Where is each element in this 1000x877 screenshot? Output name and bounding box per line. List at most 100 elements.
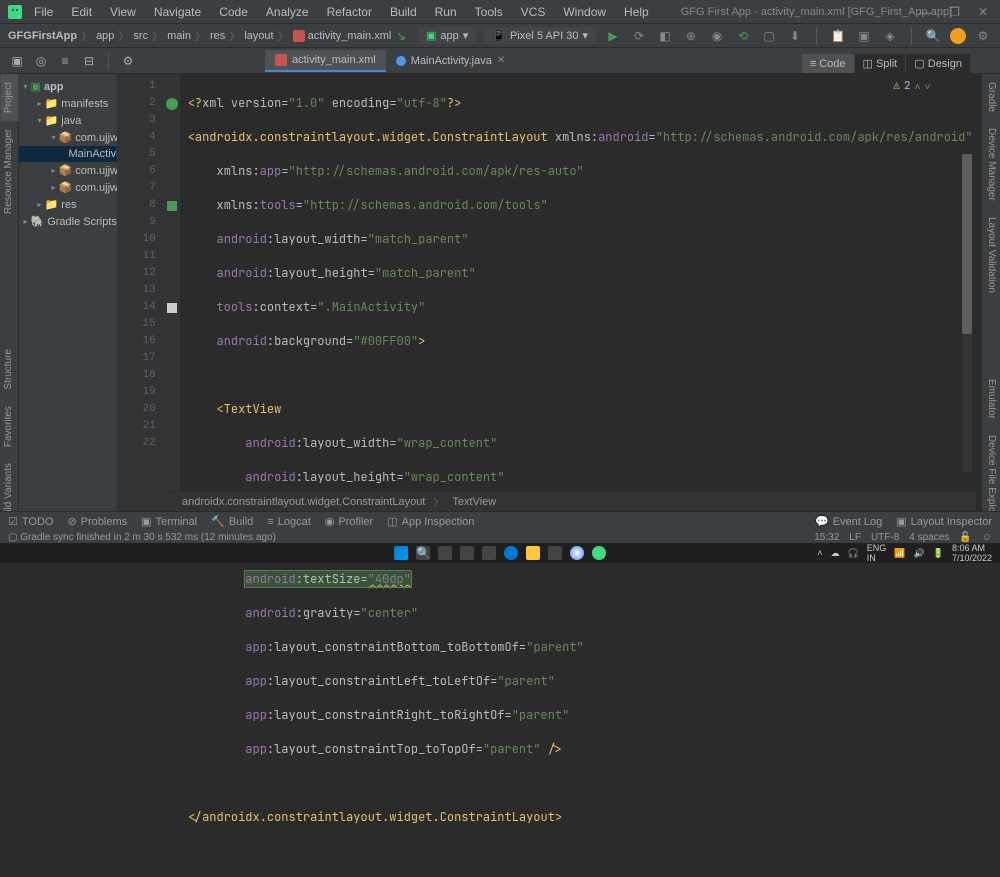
menu-vcs[interactable]: VCS [513, 3, 554, 21]
code-editor[interactable]: 1234 5678 9101112 13141516 17181920 2122… [118, 74, 981, 532]
tree-gradle[interactable]: ▸🐘Gradle Scripts [19, 213, 116, 230]
gear-icon[interactable]: ⚙ [119, 52, 137, 70]
task-view-icon[interactable] [438, 546, 452, 560]
tool-logcat[interactable]: ≡Logcat [267, 515, 310, 528]
tree-manifests[interactable]: ▸📁manifests [19, 95, 116, 112]
lock-icon[interactable]: 🔓 [959, 532, 971, 543]
bc-constraint-layout[interactable]: androidx.constraintlayout.widget.Constra… [182, 496, 425, 508]
device-selector[interactable]: 📱Pixel 5 API 30▾ [484, 27, 596, 44]
tool-profiler[interactable]: ◉Profiler [325, 515, 373, 528]
breadcrumb-layout[interactable]: layout [244, 30, 273, 42]
settings-icon[interactable]: ⚙ [974, 27, 992, 45]
tool-event-log[interactable]: 💬Event Log [815, 515, 882, 528]
tool-terminal[interactable]: ▣Terminal [141, 515, 197, 528]
breadcrumb-main[interactable]: main [167, 30, 191, 42]
cursor-position[interactable]: 15:32 [814, 532, 839, 543]
tab-activity-main[interactable]: activity_main.xml [265, 50, 386, 72]
maximize-button[interactable]: ❐ [949, 5, 960, 19]
collapse-icon[interactable]: ⊟ [80, 52, 98, 70]
tray-wifi-icon[interactable]: 📶 [894, 548, 905, 559]
tree-pkg3[interactable]: ▸📦com.ujjwalbharc [19, 179, 116, 196]
git-pull-icon[interactable]: ↘ [392, 27, 410, 45]
tree-pkg1[interactable]: ▾📦com.ujjwalbharc [19, 129, 116, 146]
bc-textview[interactable]: TextView [452, 496, 496, 508]
profile-button[interactable]: ◧ [656, 27, 674, 45]
target-icon[interactable]: ◎ [32, 52, 50, 70]
indent-setting[interactable]: 4 spaces [909, 532, 949, 543]
side-tab-device-manager[interactable]: Device Manager [982, 120, 1000, 209]
menu-file[interactable]: File [26, 3, 61, 21]
menu-build[interactable]: Build [382, 3, 425, 21]
tray-headset-icon[interactable]: 🎧 [848, 548, 859, 559]
view-split[interactable]: ◫Split [855, 54, 906, 73]
tray-clock[interactable]: 8:06 AM7/10/2022 [952, 543, 992, 563]
widgets-icon[interactable] [460, 546, 474, 560]
menu-help[interactable]: Help [616, 3, 657, 21]
menu-refactor[interactable]: Refactor [319, 3, 380, 21]
menu-edit[interactable]: Edit [63, 3, 100, 21]
tray-language[interactable]: ENGIN [867, 543, 887, 563]
breadcrumb-root[interactable]: GFGFirstApp [8, 30, 77, 42]
menu-navigate[interactable]: Navigate [146, 3, 209, 21]
run-config-selector[interactable]: ▣app▾ [418, 27, 476, 44]
side-tab-emulator[interactable]: Emulator [982, 371, 1000, 427]
tool-btn-2[interactable]: ▣ [855, 27, 873, 45]
attach-debug-button[interactable]: ⊕ [682, 27, 700, 45]
code-content[interactable]: <?xml version="1.0" encoding="utf-8"?> <… [180, 74, 981, 532]
side-tab-project[interactable]: Project [0, 74, 18, 121]
side-tab-layout-validation[interactable]: Layout Validation [982, 209, 1000, 301]
menu-tools[interactable]: Tools [467, 3, 511, 21]
chat-icon[interactable] [482, 546, 496, 560]
tool-app-inspection[interactable]: ◫App Inspection [387, 515, 474, 528]
side-tab-resource[interactable]: Resource Manager [0, 121, 18, 222]
expand-icon[interactable]: ≡ [56, 52, 74, 70]
edge-icon[interactable] [504, 546, 518, 560]
tree-res[interactable]: ▸📁res [19, 196, 116, 213]
chevron-down-icon[interactable]: ˅ [925, 78, 931, 95]
tool-todo[interactable]: ☑TODO [8, 515, 53, 528]
editor-scrollbar[interactable] [962, 154, 972, 472]
tool-layout-inspector[interactable]: ▣Layout Inspector [896, 515, 992, 528]
menu-window[interactable]: Window [555, 3, 614, 21]
breadcrumb-app[interactable]: app [96, 30, 114, 42]
file-encoding[interactable]: UTF-8 [871, 532, 899, 543]
menu-code[interactable]: Code [211, 3, 256, 21]
tool-build[interactable]: 🔨Build [211, 515, 253, 528]
view-design[interactable]: ▢Design [906, 54, 970, 73]
color-swatch-white-icon[interactable] [167, 303, 177, 313]
line-separator[interactable]: LF [849, 532, 861, 543]
sdk-button[interactable]: ⬇ [786, 27, 804, 45]
android-studio-taskbar-icon[interactable] [592, 546, 606, 560]
sync-button[interactable]: ⟲ [734, 27, 752, 45]
tree-pkg2[interactable]: ▸📦com.ujjwalbharc [19, 162, 116, 179]
explorer-icon[interactable] [526, 546, 540, 560]
menu-view[interactable]: View [102, 3, 144, 21]
search-taskbar-icon[interactable]: 🔍 [416, 546, 430, 560]
side-tab-favorites[interactable]: Favorites [0, 398, 18, 455]
chevron-up-icon[interactable]: ˄ [915, 78, 921, 95]
tray-volume-icon[interactable]: 🔊 [914, 548, 925, 559]
tool-btn-1[interactable]: 📋 [829, 27, 847, 45]
tree-app[interactable]: ▾▣app [19, 78, 116, 95]
stop-button[interactable]: ◉ [708, 27, 726, 45]
store-icon[interactable] [548, 546, 562, 560]
face-icon[interactable]: ☺ [982, 532, 992, 543]
menu-run[interactable]: Run [427, 3, 465, 21]
breadcrumb-res[interactable]: res [210, 30, 225, 42]
tab-close-icon[interactable]: ✕ [497, 55, 505, 66]
tree-mainactivity[interactable]: MainActivity [19, 146, 116, 162]
user-avatar[interactable] [950, 28, 966, 44]
inspection-widget[interactable]: ⚠ 2 ˄ ˅ [893, 78, 930, 95]
tool-problems[interactable]: ⊘Problems [67, 515, 127, 528]
tray-cloud-icon[interactable]: ☁ [831, 548, 840, 559]
tool-btn-3[interactable]: ◈ [881, 27, 899, 45]
tab-mainactivity[interactable]: MainActivity.java ✕ [386, 51, 516, 71]
tray-chevron-icon[interactable]: ˄ [817, 548, 822, 558]
view-code[interactable]: ≡Code [802, 54, 854, 73]
search-button[interactable]: 🔍 [924, 27, 942, 45]
project-mode-icon[interactable]: ▣ [8, 52, 26, 70]
tray-battery-icon[interactable]: 🔋 [933, 548, 944, 559]
tree-java[interactable]: ▾📁java [19, 112, 116, 129]
color-swatch-green-icon[interactable] [167, 201, 177, 211]
chrome-icon[interactable] [570, 546, 584, 560]
